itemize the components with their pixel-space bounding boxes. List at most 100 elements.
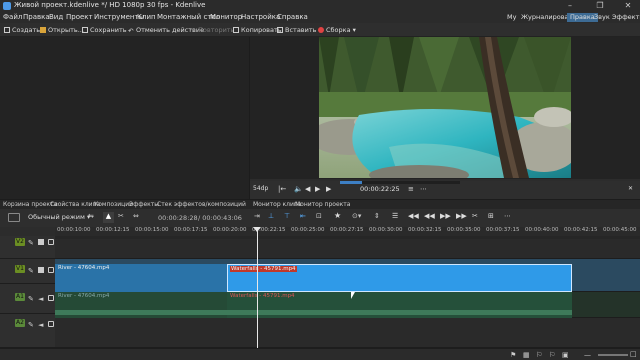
track-header-v1[interactable]: V1 ✎ bbox=[0, 259, 55, 284]
spacer-tool-icon[interactable]: ⇔ bbox=[133, 212, 139, 220]
clip-waterfalls-video[interactable]: Waterfalls - 45791.mp4 bbox=[227, 264, 572, 292]
next-icon[interactable]: ▶▶ bbox=[440, 212, 451, 220]
lock-icon[interactable] bbox=[48, 267, 54, 273]
group-icon[interactable]: ⊞ bbox=[488, 212, 494, 220]
menu-help[interactable]: Справка bbox=[277, 13, 308, 21]
menu-edit[interactable]: Правка bbox=[23, 13, 50, 21]
zoom-slider[interactable] bbox=[598, 354, 628, 356]
timeline-position[interactable]: 00:00:28:28 bbox=[158, 214, 198, 222]
track-a2[interactable] bbox=[55, 318, 640, 348]
status-icon[interactable]: ▣ bbox=[562, 351, 569, 359]
project-bin-panel[interactable] bbox=[0, 37, 250, 199]
zoom-in-icon[interactable]: □ bbox=[630, 350, 637, 358]
overwrite-icon[interactable]: ⊥ bbox=[268, 212, 274, 220]
track-v1[interactable]: River - 47604.mp4 Waterfalls - 45791.mp4 bbox=[55, 259, 640, 292]
edit-mode-select[interactable]: Обычный режим ▾ bbox=[28, 213, 90, 221]
timeline-playhead[interactable] bbox=[257, 227, 258, 348]
close-icon[interactable]: ✕ bbox=[618, 0, 638, 12]
create-button[interactable]: Создать bbox=[4, 26, 40, 34]
open-button[interactable]: Открыть... bbox=[40, 26, 84, 34]
render-button[interactable]: Сборка ▾ bbox=[318, 26, 356, 34]
mute-icon[interactable]: ◄ bbox=[38, 321, 44, 329]
tab-effects[interactable]: Эффекты bbox=[129, 201, 159, 208]
insert-icon[interactable]: ⇥ bbox=[254, 212, 260, 220]
track-menu-icon[interactable]: ☰ bbox=[392, 212, 398, 220]
ripple-icon[interactable]: ✂ bbox=[472, 212, 478, 220]
ungroup-icon[interactable]: ⋯ bbox=[504, 212, 511, 220]
track-a1[interactable]: River - 47604.mp4 Waterfalls - 45791.mp4 bbox=[55, 292, 640, 318]
rewind-icon[interactable]: ◀ bbox=[305, 185, 310, 193]
prev-keyframe-icon[interactable]: ◀◀ bbox=[408, 212, 419, 220]
effect-icon[interactable]: ✎ bbox=[28, 267, 34, 275]
menu-project[interactable]: Проект bbox=[66, 13, 93, 21]
hide-track-icon[interactable] bbox=[38, 267, 44, 273]
save-button[interactable]: Сохранить bbox=[82, 26, 127, 34]
effect-icon[interactable]: ✎ bbox=[28, 321, 34, 329]
track-name-v1[interactable]: V1 bbox=[15, 265, 25, 273]
clip-river-audio[interactable]: River - 47604.mp4 bbox=[55, 292, 227, 318]
mute-icon[interactable]: ◄ bbox=[38, 295, 44, 303]
monitor-settings-icon[interactable]: ⋯ bbox=[420, 185, 427, 193]
track-name-a1[interactable]: A1 bbox=[15, 293, 25, 301]
track-v2[interactable] bbox=[55, 239, 640, 259]
playhead-handle-icon[interactable] bbox=[253, 227, 261, 232]
zoom-out-icon[interactable]: — bbox=[584, 351, 591, 359]
track-header-v2[interactable]: V2 ✎ bbox=[0, 236, 55, 259]
track-header-a1[interactable]: A1 ✎ ◄ bbox=[0, 284, 55, 314]
extract-icon[interactable]: ⊤ bbox=[284, 212, 290, 220]
paste-button[interactable]: Вставить bbox=[277, 26, 316, 34]
razor-tool-icon[interactable]: ✂ bbox=[118, 212, 124, 220]
selection-tool-icon[interactable]: ▲ bbox=[103, 212, 114, 223]
timeline-ruler[interactable]: 00:00:10:00 00:00:12:15 00:00:15:00 00:0… bbox=[55, 227, 640, 236]
play-icon[interactable]: ▶ bbox=[315, 185, 320, 193]
maximize-icon[interactable]: ❐ bbox=[590, 0, 610, 12]
lock-icon[interactable] bbox=[48, 321, 54, 327]
tab-compositions[interactable]: Композиции bbox=[94, 201, 133, 208]
lock-icon[interactable] bbox=[48, 239, 54, 245]
forward-icon[interactable]: ▶ bbox=[326, 185, 331, 193]
copy-button[interactable]: Копировать bbox=[233, 26, 282, 34]
tab-project-monitor[interactable]: Монитор проекта bbox=[295, 201, 350, 208]
track-mode-icon[interactable] bbox=[8, 213, 20, 222]
track-name-a2[interactable]: A2 bbox=[15, 319, 25, 327]
dock-tabs: Корзина проекта Свойства клипа Композици… bbox=[0, 199, 640, 209]
tab-clip-properties[interactable]: Свойства клипа bbox=[50, 201, 100, 208]
monitor-controls: 54dp |← 🔈 ◀ ▶ ▶ 00:00:22:25 ≡ ⋯ ✕ bbox=[250, 181, 640, 199]
effect-icon[interactable]: ✎ bbox=[28, 239, 34, 247]
monitor-seek-bar[interactable] bbox=[340, 181, 460, 184]
menu-file[interactable]: Файл bbox=[3, 13, 22, 21]
status-icon[interactable]: ⚐ bbox=[536, 351, 542, 359]
clip-monitor-menu-icon[interactable]: ≡ bbox=[408, 185, 414, 193]
monitor-zoom[interactable]: 54dp bbox=[253, 185, 268, 192]
clip-waterfalls-audio[interactable]: Waterfalls - 45791.mp4 bbox=[227, 292, 572, 318]
minimize-icon[interactable]: – bbox=[560, 0, 580, 12]
redo-button[interactable]: ↷ Повторить bbox=[190, 26, 234, 35]
favorite-effect-icon[interactable]: ★ bbox=[334, 211, 341, 220]
next-keyframe-icon[interactable]: ▶▶ bbox=[456, 212, 467, 220]
menu-monitor[interactable]: Монитор bbox=[210, 13, 242, 21]
status-icon[interactable]: ⚑ bbox=[510, 351, 516, 359]
workspace-effects[interactable]: Эффекты bbox=[609, 13, 640, 22]
razor-mode-icon[interactable]: ⇋ bbox=[88, 212, 94, 220]
clip-river-video[interactable]: River - 47604.mp4 bbox=[55, 264, 227, 292]
snap-icon[interactable]: ⇕ bbox=[374, 212, 380, 220]
prev-icon[interactable]: ◀◀ bbox=[424, 212, 435, 220]
lock-icon[interactable] bbox=[48, 295, 54, 301]
status-icon[interactable]: ⚐ bbox=[549, 351, 555, 359]
composition-icon[interactable]: ⊙▾ bbox=[352, 212, 361, 220]
status-icon[interactable]: ▦ bbox=[523, 351, 530, 359]
volume-icon[interactable]: 🔈 bbox=[294, 185, 303, 193]
tab-effect-stack[interactable]: Стек эффектов/композиций bbox=[157, 201, 246, 208]
in-point-icon[interactable]: |← bbox=[278, 185, 286, 193]
track-header-a2[interactable]: A2 ✎ ◄ bbox=[0, 314, 55, 348]
menu-settings[interactable]: Настройка bbox=[241, 13, 280, 21]
track-name-v2[interactable]: V2 bbox=[15, 238, 25, 246]
monitor-timecode[interactable]: 00:00:22:25 bbox=[360, 185, 400, 193]
zone-icon[interactable]: ⊡ bbox=[316, 212, 322, 220]
effect-icon[interactable]: ✎ bbox=[28, 295, 34, 303]
menu-view[interactable]: Вид bbox=[49, 13, 63, 21]
hide-track-icon[interactable] bbox=[38, 239, 44, 245]
menu-clip[interactable]: Клип bbox=[137, 13, 156, 21]
monitor-collapse-icon[interactable]: ✕ bbox=[628, 185, 633, 192]
lift-icon[interactable]: ⇤ bbox=[300, 212, 306, 220]
